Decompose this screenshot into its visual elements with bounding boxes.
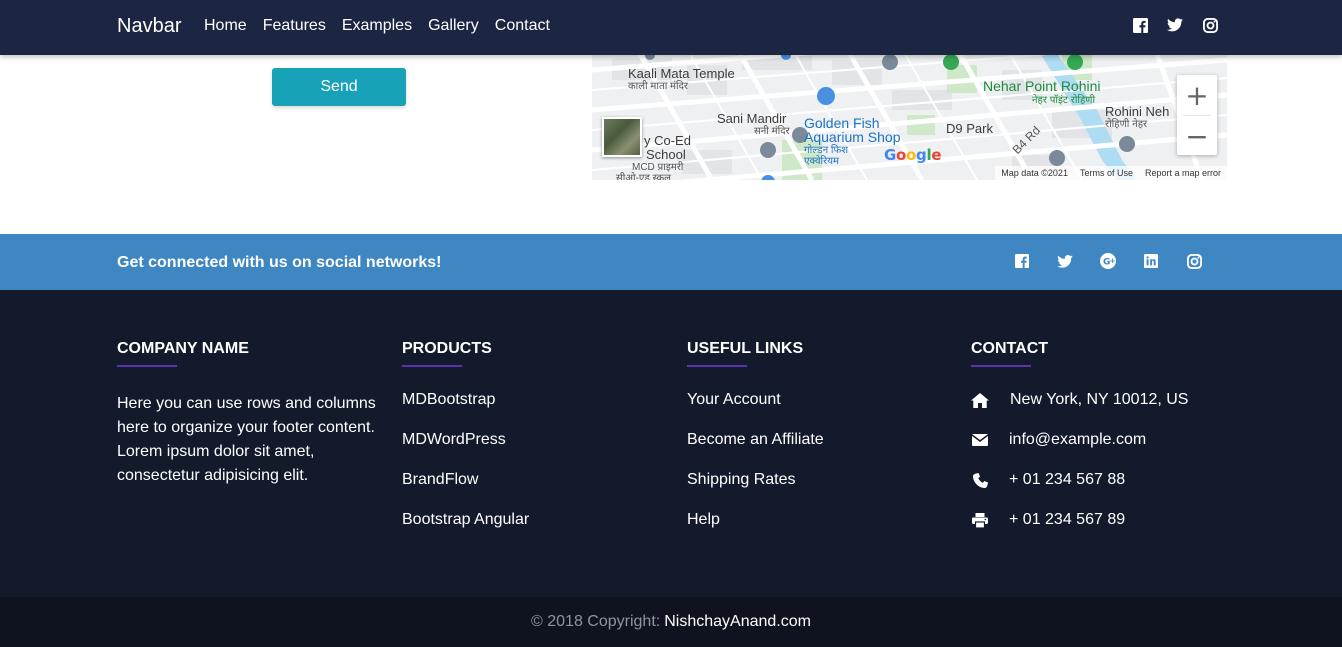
navbar: Navbar Home Features Examples Gallery Co… bbox=[0, 0, 1342, 55]
contact-fax-row: + 01 234 567 89 bbox=[971, 511, 1231, 528]
satellite-toggle[interactable] bbox=[602, 117, 642, 157]
zoom-out-button[interactable]: − bbox=[1177, 116, 1217, 156]
nav-link-gallery[interactable]: Gallery bbox=[428, 17, 479, 35]
twitter-icon[interactable] bbox=[1057, 253, 1073, 269]
copyright-text: © 2018 Copyright: bbox=[531, 613, 661, 630]
map-label-nehar: Nehar Point Rohini bbox=[983, 78, 1101, 94]
svg-text:+: + bbox=[1110, 257, 1116, 265]
link-your-account[interactable]: Your Account bbox=[687, 392, 947, 408]
contact-fax: + 01 234 567 89 bbox=[1009, 511, 1126, 528]
nav-link-features[interactable]: Features bbox=[263, 17, 326, 35]
map-label-sani-hi: सनी मंदिर bbox=[754, 126, 790, 137]
send-button[interactable]: Send bbox=[272, 68, 406, 106]
link-become-affiliate[interactable]: Become an Affiliate bbox=[687, 432, 947, 448]
contact-phone-row: + 01 234 567 88 bbox=[971, 471, 1231, 488]
map-data-text: Map data ©2021 bbox=[1001, 168, 1068, 178]
zoom-in-button[interactable]: + bbox=[1177, 75, 1217, 115]
title-underline bbox=[117, 365, 177, 367]
product-link-bootstrap-angular[interactable]: Bootstrap Angular bbox=[402, 512, 662, 528]
map-label-school1: y Co-Ed bbox=[644, 133, 691, 148]
contact-address: New York, NY 10012, US bbox=[1010, 391, 1189, 408]
title-underline bbox=[687, 365, 747, 367]
facebook-icon[interactable] bbox=[1132, 17, 1148, 33]
social-bar: Get connected with us on social networks… bbox=[0, 234, 1342, 290]
navbar-social-icons bbox=[1132, 17, 1218, 33]
products-title: PRODUCTS bbox=[402, 340, 492, 357]
title-underline bbox=[971, 365, 1031, 367]
home-icon bbox=[971, 392, 989, 408]
linkedin-icon[interactable] bbox=[1143, 253, 1159, 269]
product-link-mdwordpress[interactable]: MDWordPress bbox=[402, 432, 662, 448]
map-label-school2: School bbox=[646, 147, 686, 162]
contact-title: CONTACT bbox=[971, 340, 1049, 357]
copyright-link[interactable]: NishchayAnand.com bbox=[664, 613, 811, 631]
company-title: COMPANY NAME bbox=[117, 340, 249, 357]
printer-icon bbox=[971, 512, 989, 528]
terms-of-use-link[interactable]: Terms of Use bbox=[1080, 168, 1133, 178]
report-map-error-link[interactable]: Report a map error bbox=[1145, 168, 1221, 178]
map-label-golden-hi2: एक्वेरियम bbox=[804, 156, 839, 167]
map-label-d9: D9 Park bbox=[946, 121, 993, 136]
contact-email[interactable]: info@example.com bbox=[1009, 431, 1146, 449]
footer: COMPANY NAME Here you can use rows and c… bbox=[0, 290, 1342, 597]
footer-col-contact: CONTACT New York, NY 10012, US info@exam… bbox=[971, 340, 1231, 552]
footer-col-useful-links: USEFUL LINKS Your Account Become an Affi… bbox=[687, 340, 947, 552]
map-label-rohini: Rohini Neh bbox=[1105, 104, 1170, 119]
map-label-kaali-hi: काली माता मंदिर bbox=[628, 81, 689, 92]
useful-links-title: USEFUL LINKS bbox=[687, 340, 804, 357]
map-label-golden2: Aquarium Shop bbox=[804, 129, 901, 145]
twitter-icon[interactable] bbox=[1167, 17, 1183, 33]
map-label-kaali: Kaali Mata Temple bbox=[628, 66, 735, 81]
map-label-nehar-hi: नेहर पॉइंट रोहिणी bbox=[1032, 95, 1096, 106]
google-logo: Google bbox=[884, 146, 942, 164]
nav-link-contact[interactable]: Contact bbox=[495, 17, 550, 35]
link-shipping-rates[interactable]: Shipping Rates bbox=[687, 472, 947, 488]
product-link-brandflow[interactable]: BrandFlow bbox=[402, 472, 662, 488]
product-link-mdbootstrap[interactable]: MDBootstrap bbox=[402, 392, 662, 408]
instagram-icon[interactable] bbox=[1202, 17, 1218, 33]
google-plus-icon[interactable]: G + bbox=[1100, 253, 1116, 269]
company-description: Here you can use rows and columns here t… bbox=[117, 395, 376, 484]
map-attribution: Map data ©2021 Terms of Use Report a map… bbox=[995, 166, 1227, 180]
map-label-rohini-hi: रोहिणी नेहर bbox=[1105, 119, 1148, 130]
link-help[interactable]: Help bbox=[687, 512, 947, 528]
nav-link-home[interactable]: Home bbox=[204, 17, 247, 35]
social-bar-icons: G + bbox=[1014, 253, 1202, 269]
map-zoom-control: + − bbox=[1177, 75, 1217, 155]
envelope-icon bbox=[971, 432, 989, 448]
contact-address-row: New York, NY 10012, US bbox=[971, 391, 1231, 408]
facebook-icon[interactable] bbox=[1014, 253, 1030, 269]
map-label-sani: Sani Mandir bbox=[717, 111, 787, 126]
phone-icon bbox=[971, 472, 989, 488]
nav-link-examples[interactable]: Examples bbox=[342, 17, 412, 35]
footer-col-company: COMPANY NAME Here you can use rows and c… bbox=[117, 340, 377, 488]
instagram-icon[interactable] bbox=[1186, 253, 1202, 269]
contact-phone: + 01 234 567 88 bbox=[1009, 471, 1126, 488]
navbar-brand[interactable]: Navbar bbox=[117, 15, 181, 38]
title-underline bbox=[402, 365, 462, 367]
copyright-bar: © 2018 Copyright: NishchayAnand.com bbox=[0, 597, 1342, 647]
map-label-school-hi2: सीओ-एड स्कूल bbox=[616, 173, 671, 180]
nav-links: Home Features Examples Gallery Contact bbox=[204, 17, 550, 35]
social-bar-text: Get connected with us on social networks… bbox=[117, 254, 442, 271]
google-map[interactable]: Kaali Mata Temple काली माता मंदिर Sani M… bbox=[592, 40, 1227, 180]
footer-col-products: PRODUCTS MDBootstrap MDWordPress BrandFl… bbox=[402, 340, 662, 552]
contact-email-row: info@example.com bbox=[971, 431, 1231, 449]
